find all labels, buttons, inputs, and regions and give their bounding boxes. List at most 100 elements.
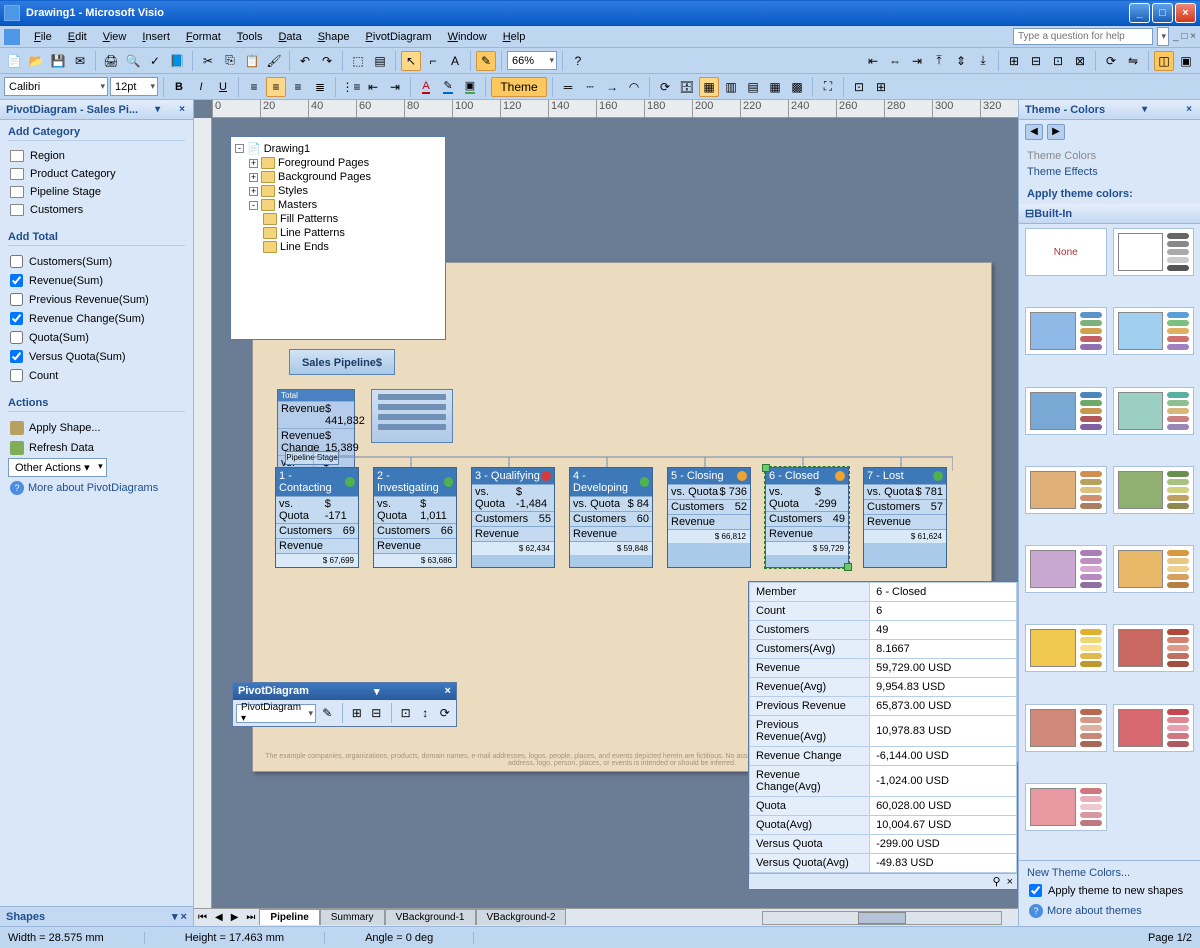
new-icon[interactable]: 📄 [4, 51, 24, 71]
shape-data-row[interactable]: Revenue Change(Avg)-1,024.00 USD [750, 766, 1017, 797]
shapes-dropdown-icon[interactable]: ▾ × [172, 910, 187, 923]
fill-color-icon[interactable]: ▣ [460, 77, 480, 97]
rotate-icon[interactable]: ⟳ [1101, 51, 1121, 71]
shape-data-tab[interactable]: Shape Data - Pivot Node.73 [1017, 582, 1018, 762]
menu-shape[interactable]: Shape [310, 29, 358, 45]
db-refresh-icon[interactable]: ⟳ [655, 77, 675, 97]
theme-swatch[interactable] [1025, 307, 1107, 355]
left-panel-dropdown-icon[interactable]: ▾ [153, 104, 162, 115]
theme-colors-link[interactable]: Theme Colors [1027, 148, 1192, 164]
font-name-combo[interactable]: Calibri [4, 77, 108, 96]
theme-swatch[interactable] [1025, 466, 1107, 514]
italic-icon[interactable]: I [191, 77, 211, 97]
page-tab[interactable]: VBackground-2 [476, 909, 567, 925]
shape-data-row[interactable]: Count6 [750, 602, 1017, 621]
refresh-data-action[interactable]: Refresh Data [8, 438, 185, 458]
paste-icon[interactable]: 📋 [242, 51, 262, 71]
align-l-icon[interactable]: ≡ [244, 77, 264, 97]
align-right-icon[interactable]: ⇥ [907, 51, 927, 71]
h-scrollbar[interactable] [762, 911, 1002, 925]
more-about-themes-link[interactable]: More about themes [1027, 900, 1192, 922]
redo-icon[interactable]: ↷ [317, 51, 337, 71]
shape-data-row[interactable]: Customers49 [750, 621, 1017, 640]
menu-tools[interactable]: Tools [229, 29, 271, 45]
menu-view[interactable]: View [95, 29, 135, 45]
theme-button[interactable]: Theme [491, 77, 547, 97]
layer-icon[interactable]: ◫ [1154, 51, 1174, 71]
save-icon[interactable]: 💾 [48, 51, 68, 71]
shape-data-row[interactable]: Quota(Avg)10,004.67 USD [750, 816, 1017, 835]
data-graphic-icon[interactable]: ▦ [699, 77, 719, 97]
page-tab[interactable]: Summary [320, 909, 385, 925]
total-checkbox[interactable]: Previous Revenue(Sum) [8, 290, 185, 309]
theme-effects-link[interactable]: Theme Effects [1027, 164, 1192, 180]
fullscreen-icon[interactable]: ⛶ [818, 77, 838, 97]
align-top-icon[interactable]: ⤒ [929, 51, 949, 71]
menu-format[interactable]: Format [178, 29, 229, 45]
align-c-icon[interactable]: ≡ [266, 77, 286, 97]
shapes-panel-header[interactable]: Shapes ▾ × [0, 906, 193, 926]
theme-swatch[interactable] [1113, 466, 1195, 514]
help-dropdown[interactable] [1157, 27, 1169, 46]
undo-icon[interactable]: ↶ [295, 51, 315, 71]
theme-swatch[interactable] [1113, 228, 1195, 276]
menu-help[interactable]: Help [495, 29, 534, 45]
align-r-icon[interactable]: ≡ [288, 77, 308, 97]
print-icon[interactable]: 🖨 [101, 51, 121, 71]
line-ends-icon[interactable]: → [602, 77, 622, 97]
other-actions-combo[interactable]: Other Actions ▾ [8, 458, 107, 477]
pivot-combo[interactable]: PivotDiagram ▾ [236, 704, 316, 723]
shape-data-row[interactable]: Versus Quota(Avg)-49.83 USD [750, 854, 1017, 873]
ext-data-icon[interactable]: ▥ [721, 77, 741, 97]
tab-nav-last-icon[interactable]: ⏭ [242, 912, 259, 923]
align-middle-icon[interactable]: ⇕ [951, 51, 971, 71]
pivot-toolbar-dropdown[interactable]: ▾ [374, 685, 380, 698]
pivot-node[interactable]: 6 - Closedvs. Quota$ -299Customers49Reve… [765, 467, 849, 568]
zoom-combo[interactable]: 66% [507, 51, 557, 70]
menu-edit[interactable]: Edit [60, 29, 95, 45]
line-color-icon[interactable]: ✎ [438, 77, 458, 97]
page-tab[interactable]: Pipeline [259, 909, 319, 925]
pivot-node[interactable]: 5 - Closingvs. Quota$ 736Customers52Reve… [667, 467, 751, 568]
menu-data[interactable]: Data [270, 29, 309, 45]
theme-swatch[interactable] [1025, 387, 1107, 435]
theme-panel-dropdown-icon[interactable]: ▾ [1140, 104, 1149, 115]
title-shape[interactable]: Sales Pipeline$ [289, 349, 395, 375]
pivot-expand-icon[interactable]: ⊞ [348, 704, 365, 722]
shape-data-row[interactable]: Revenue Change-6,144.00 USD [750, 747, 1017, 766]
pivotdiagram-toolbar[interactable]: PivotDiagram▾× PivotDiagram ▾ ✎ ⊞ ⊟ ⊡ ↕ … [232, 682, 457, 727]
stencil-icon[interactable]: ▤ [370, 51, 390, 71]
shape-data-row[interactable]: Member6 - Closed [750, 583, 1017, 602]
pivot-node[interactable]: 7 - Lostvs. Quota$ 781Customers57Revenue… [863, 467, 947, 568]
legend-shape[interactable] [371, 389, 453, 443]
corner-icon[interactable]: ◠ [624, 77, 644, 97]
align-left-icon[interactable]: ⇤ [863, 51, 883, 71]
total-checkbox[interactable]: Quota(Sum) [8, 328, 185, 347]
pivot-node[interactable]: 2 - Investigatingvs. Quota$ 1,011Custome… [373, 467, 457, 568]
menu-window[interactable]: Window [440, 29, 495, 45]
shape-data-pin-icon[interactable]: ⚲ [993, 875, 1001, 888]
mail-icon[interactable]: ✉ [70, 51, 90, 71]
total-checkbox[interactable]: Revenue Change(Sum) [8, 309, 185, 328]
doc-restore-button[interactable]: _ □ × [1173, 31, 1196, 42]
menu-file[interactable]: File [26, 29, 60, 45]
scrollbar-thumb[interactable] [858, 912, 906, 924]
dist-h-icon[interactable]: ⊞ [1004, 51, 1024, 71]
more-about-pivot-link[interactable]: More about PivotDiagrams [8, 477, 185, 499]
bold-icon[interactable]: B [169, 77, 189, 97]
apply-new-shapes-checkbox[interactable]: Apply theme to new shapes [1027, 881, 1192, 900]
flip-icon[interactable]: ⇋ [1123, 51, 1143, 71]
theme-swatch[interactable] [1025, 624, 1107, 672]
indent-dec-icon[interactable]: ⇤ [363, 77, 383, 97]
dist-v-icon[interactable]: ⊟ [1026, 51, 1046, 71]
line-weight-icon[interactable]: ═ [558, 77, 578, 97]
shapes-icon[interactable]: ⬚ [348, 51, 368, 71]
menu-pivotdiagram[interactable]: PivotDiagram [358, 29, 440, 45]
total-checkbox[interactable]: Customers(Sum) [8, 252, 185, 271]
category-item[interactable]: Product Category [8, 165, 185, 183]
align-center-icon[interactable]: ⇔ [885, 51, 905, 71]
spell-icon[interactable]: ✓ [145, 51, 165, 71]
db-link-icon[interactable]: 🗄 [677, 77, 697, 97]
pivot-sort-icon[interactable]: ↕ [417, 704, 434, 722]
menu-insert[interactable]: Insert [134, 29, 178, 45]
